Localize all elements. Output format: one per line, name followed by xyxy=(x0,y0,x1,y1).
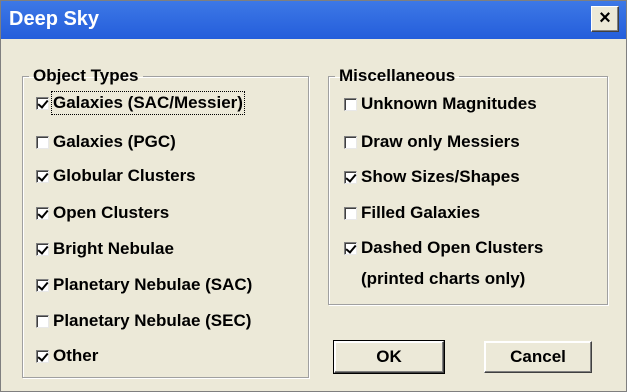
checkbox-draw-only-messiers[interactable]: Draw only Messiers xyxy=(344,132,520,152)
checkbox-box[interactable] xyxy=(344,206,357,220)
cancel-button[interactable]: Cancel xyxy=(484,341,592,373)
checkbox-box[interactable] xyxy=(36,349,49,363)
checkbox-box[interactable] xyxy=(344,241,357,255)
checkbox-box[interactable] xyxy=(36,206,49,220)
checkbox-label: Planetary Nebulae (SEC) xyxy=(53,311,252,330)
close-icon: × xyxy=(599,7,611,29)
checkbox-box[interactable] xyxy=(36,169,49,183)
checkbox-planetary-nebulae-sac[interactable]: Planetary Nebulae (SAC) xyxy=(36,275,252,295)
deep-sky-dialog: Deep Sky × Object Types Miscellaneous Ga… xyxy=(0,0,627,392)
checkbox-box[interactable] xyxy=(36,135,49,149)
checkbox-label: Open Clusters xyxy=(53,203,170,222)
checkbox-box[interactable] xyxy=(36,278,49,292)
checkbox-galaxies-sac-messier[interactable]: Galaxies (SAC/Messier) xyxy=(36,91,245,115)
checkbox-box[interactable] xyxy=(344,135,357,149)
checkbox-label: Galaxies (PGC) xyxy=(53,132,176,151)
checkbox-label: Galaxies (SAC/Messier) xyxy=(51,91,245,115)
checkbox-label: Globular Clusters xyxy=(53,166,196,185)
checkbox-label: Dashed Open Clusters xyxy=(361,238,544,257)
checkbox-label: Filled Galaxies xyxy=(361,203,481,222)
checkbox-bright-nebulae[interactable]: Bright Nebulae xyxy=(36,239,174,259)
checkbox-label: Other xyxy=(53,346,99,365)
checkbox-dashed-open-clusters[interactable]: Dashed Open Clusters xyxy=(344,238,543,258)
printed-charts-note: (printed charts only) xyxy=(361,269,526,288)
ok-button[interactable]: OK xyxy=(333,340,445,374)
checkbox-show-sizes-shapes[interactable]: Show Sizes/Shapes xyxy=(344,167,520,187)
checkbox-label: Unknown Magnitudes xyxy=(361,94,537,113)
miscellaneous-legend: Miscellaneous xyxy=(339,66,456,85)
checkbox-box[interactable] xyxy=(344,170,357,184)
checkbox-globular-clusters[interactable]: Globular Clusters xyxy=(36,166,196,186)
window-title: Deep Sky xyxy=(9,8,100,30)
checkbox-open-clusters[interactable]: Open Clusters xyxy=(36,203,169,223)
checkbox-box[interactable] xyxy=(36,242,49,256)
checkbox-other[interactable]: Other xyxy=(36,346,98,366)
checkbox-unknown-magnitudes[interactable]: Unknown Magnitudes xyxy=(344,94,537,114)
checkbox-galaxies-pgc[interactable]: Galaxies (PGC) xyxy=(36,132,176,152)
object-types-legend: Object Types xyxy=(33,66,139,85)
checkbox-filled-galaxies[interactable]: Filled Galaxies xyxy=(344,203,480,223)
checkbox-label: Show Sizes/Shapes xyxy=(361,167,520,186)
checkbox-label: Planetary Nebulae (SAC) xyxy=(53,275,253,294)
title-bar[interactable]: Deep Sky × xyxy=(1,1,626,39)
checkbox-label: Draw only Messiers xyxy=(361,132,520,151)
checkbox-label: Bright Nebulae xyxy=(53,239,174,258)
checkbox-planetary-nebulae-sec[interactable]: Planetary Nebulae (SEC) xyxy=(36,311,251,331)
checkbox-box[interactable] xyxy=(344,97,357,111)
checkbox-box[interactable] xyxy=(36,314,49,328)
checkbox-box[interactable] xyxy=(36,96,49,110)
close-button[interactable]: × xyxy=(591,6,619,32)
